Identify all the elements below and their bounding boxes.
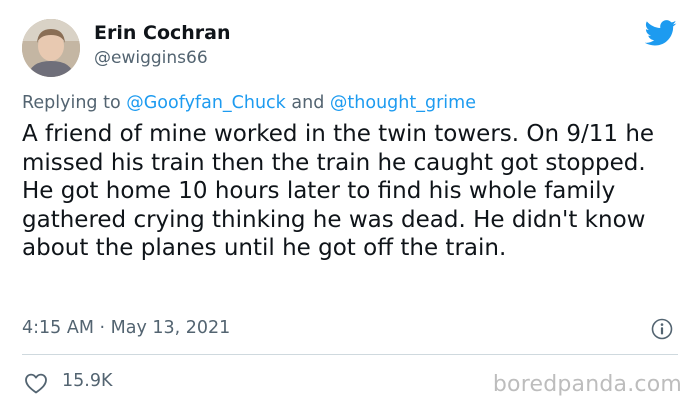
avatar[interactable] bbox=[22, 19, 80, 77]
tweet-text: A friend of mine worked in the twin towe… bbox=[22, 121, 655, 262]
mention-link-1[interactable]: @Goofyfan_Chuck bbox=[126, 93, 286, 113]
divider bbox=[22, 354, 678, 355]
like-count[interactable]: 15.9K bbox=[62, 371, 112, 391]
tweet-timestamp[interactable]: 4:15 AM · May 13, 2021 bbox=[22, 318, 230, 338]
mention-link-2[interactable]: @thought_grime bbox=[330, 93, 476, 113]
replying-to-line: Replying to @Goofyfan_Chuck and @thought… bbox=[22, 93, 476, 113]
info-icon[interactable] bbox=[651, 318, 673, 340]
replying-conjunction: and bbox=[291, 93, 325, 113]
replying-prefix: Replying to bbox=[22, 93, 121, 113]
author-display-name[interactable]: Erin Cochran bbox=[94, 22, 231, 44]
twitter-bird-icon[interactable] bbox=[645, 20, 677, 47]
watermark: boredpanda.com bbox=[492, 372, 682, 397]
heart-icon[interactable] bbox=[24, 372, 48, 394]
avatar-image bbox=[22, 19, 80, 77]
author-handle[interactable]: @ewiggins66 bbox=[94, 48, 208, 68]
tweet-card: Erin Cochran @ewiggins66 Replying to @Go… bbox=[0, 0, 700, 409]
